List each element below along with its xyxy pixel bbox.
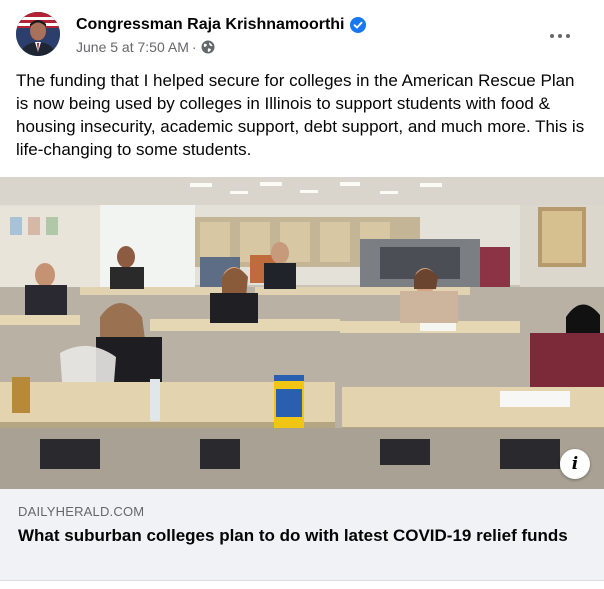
info-icon[interactable]: i — [560, 449, 590, 479]
classroom-photo — [0, 177, 604, 489]
more-options-icon[interactable] — [542, 18, 578, 54]
author-name[interactable]: Congressman Raja Krishnamoorthi — [76, 16, 345, 34]
post-meta: June 5 at 7:50 AM · — [76, 38, 215, 56]
facebook-post: Congressman Raja Krishnamoorthi June 5 a… — [0, 0, 604, 589]
link-domain: DAILYHERALD.COM — [18, 504, 145, 519]
link-card[interactable]: DAILYHERALD.COM What suburban colleges p… — [0, 489, 604, 581]
globe-icon[interactable] — [201, 40, 215, 54]
author-row: Congressman Raja Krishnamoorthi — [76, 14, 366, 36]
link-preview-image[interactable]: i — [0, 177, 604, 489]
post-header: Congressman Raja Krishnamoorthi June 5 a… — [16, 12, 588, 56]
verified-badge-icon — [349, 17, 366, 33]
post-message: The funding that I helped secure for col… — [16, 71, 585, 159]
meta-separator: · — [191, 39, 197, 55]
link-headline[interactable]: What suburban colleges plan to do with l… — [18, 524, 578, 547]
post-timestamp[interactable]: June 5 at 7:50 AM — [76, 39, 189, 55]
author-avatar[interactable] — [16, 12, 60, 56]
